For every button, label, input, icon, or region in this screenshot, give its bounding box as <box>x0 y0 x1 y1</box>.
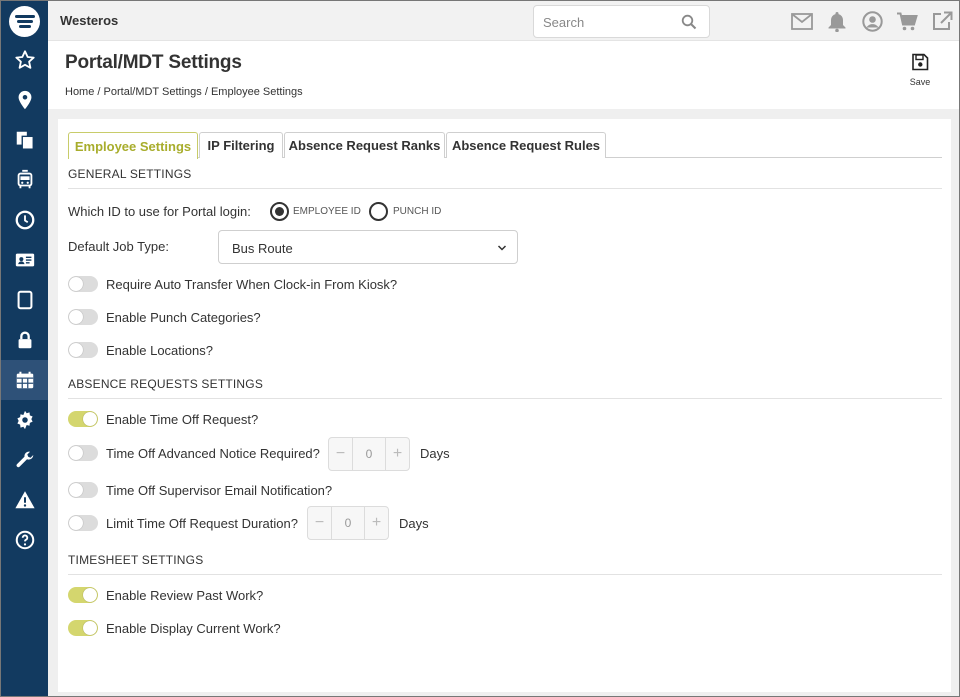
page-header: Portal/MDT Settings Home / Portal/MDT Se… <box>48 41 959 109</box>
save-label: Save <box>909 77 931 87</box>
tab-absence-request-ranks[interactable]: Absence Request Ranks <box>284 132 445 158</box>
tab-ip-filtering[interactable]: IP Filtering <box>199 132 283 158</box>
sidebar-item-alerts[interactable] <box>1 480 48 520</box>
bus-icon <box>17 169 32 189</box>
breadcrumb: Home / Portal/MDT Settings / Employee Se… <box>65 86 303 98</box>
cart-icon[interactable] <box>895 10 919 32</box>
time-off-request-label: Enable Time Off Request? <box>106 412 259 427</box>
breadcrumb-separator: / <box>97 86 101 98</box>
section-heading-absence: ABSENCE REQUESTS SETTINGS <box>68 377 264 391</box>
section-heading-general: GENERAL SETTINGS <box>68 167 192 181</box>
toggle-punch-categories[interactable] <box>68 309 98 325</box>
tab-bar: Employee Settings IP Filtering Absence R… <box>68 132 942 159</box>
app-logo[interactable] <box>9 6 40 37</box>
increment-button[interactable]: + <box>364 507 388 539</box>
user-icon[interactable] <box>860 10 884 32</box>
job-type-value: Bus Route <box>232 241 293 256</box>
sidebar-item-help[interactable] <box>1 520 48 560</box>
limit-duration-unit: Days <box>399 516 429 531</box>
external-link-icon[interactable] <box>930 10 954 32</box>
toggle-locations[interactable] <box>68 342 98 358</box>
toggle-advanced-notice[interactable] <box>68 445 98 461</box>
section-heading-timesheet: TIMESHEET SETTINGS <box>68 553 204 567</box>
section-divider <box>68 398 942 399</box>
toggle-auto-transfer[interactable] <box>68 276 98 292</box>
sidebar-item-security[interactable] <box>1 320 48 360</box>
tab-absence-request-rules[interactable]: Absence Request Rules <box>446 132 606 158</box>
search-box[interactable] <box>533 5 710 38</box>
tab-employee-settings[interactable]: Employee Settings <box>68 132 198 159</box>
search-input[interactable] <box>543 13 673 31</box>
sidebar-item-locations[interactable] <box>1 80 48 120</box>
sidebar-item-vehicles[interactable] <box>1 160 48 200</box>
advanced-notice-value[interactable]: 0 <box>353 447 385 461</box>
punch-categories-label: Enable Punch Categories? <box>106 310 261 325</box>
map-pin-icon <box>18 90 31 110</box>
sidebar-item-employees[interactable] <box>1 240 48 280</box>
app-window: Westeros Portal/MDT Settings Home / Port… <box>0 0 960 697</box>
save-button[interactable]: Save <box>900 53 940 93</box>
tablet-icon <box>17 290 32 310</box>
review-past-work-label: Enable Review Past Work? <box>106 588 264 603</box>
breadcrumb-separator: / <box>204 86 208 98</box>
supervisor-email-label: Time Off Supervisor Email Notification? <box>106 483 333 498</box>
help-icon <box>15 530 34 550</box>
job-type-select[interactable]: Bus Route <box>218 230 518 264</box>
limit-duration-label: Limit Time Off Request Duration? <box>106 516 298 531</box>
page-title: Portal/MDT Settings <box>65 52 242 73</box>
auto-transfer-label: Require Auto Transfer When Clock-in From… <box>106 277 398 292</box>
gear-icon <box>16 410 33 430</box>
documents-icon <box>16 131 34 150</box>
sidebar-item-tools[interactable] <box>1 440 48 480</box>
sidebar-item-calendar[interactable] <box>1 360 48 400</box>
settings-card: Employee Settings IP Filtering Absence R… <box>58 119 951 692</box>
sidebar-item-documents[interactable] <box>1 120 48 160</box>
locations-label: Enable Locations? <box>106 343 213 358</box>
sidebar-item-settings[interactable] <box>1 400 48 440</box>
lock-icon <box>18 331 31 349</box>
sidebar-item-favorites[interactable] <box>1 40 48 80</box>
chevron-down-icon <box>497 245 507 251</box>
decrement-button[interactable]: − <box>308 507 332 539</box>
radio-employee-id-label[interactable]: EMPLOYEE ID <box>293 206 361 217</box>
section-divider <box>68 574 942 575</box>
advanced-notice-stepper[interactable]: − 0 + <box>328 437 410 471</box>
breadcrumb-home[interactable]: Home <box>65 86 94 98</box>
toggle-display-current-work[interactable] <box>68 620 98 636</box>
breadcrumb-portal-settings[interactable]: Portal/MDT Settings <box>104 86 202 98</box>
clock-icon <box>15 210 34 230</box>
limit-duration-value[interactable]: 0 <box>332 516 364 530</box>
save-icon <box>912 53 929 71</box>
sidebar-item-time[interactable] <box>1 200 48 240</box>
mail-icon[interactable] <box>790 10 814 32</box>
warning-icon <box>14 491 35 509</box>
sidebar <box>1 1 48 696</box>
bell-icon[interactable] <box>825 10 849 32</box>
advanced-notice-label: Time Off Advanced Notice Required? <box>106 446 320 461</box>
breadcrumb-current: Employee Settings <box>210 86 303 98</box>
brand-name: Westeros <box>60 13 119 28</box>
decrement-button[interactable]: − <box>329 438 353 470</box>
sidebar-item-devices[interactable] <box>1 280 48 320</box>
section-divider <box>68 188 942 189</box>
display-current-work-label: Enable Display Current Work? <box>106 621 281 636</box>
advanced-notice-unit: Days <box>420 446 450 461</box>
wrench-icon <box>16 451 33 468</box>
id-card-icon <box>15 253 34 267</box>
toggle-review-past-work[interactable] <box>68 587 98 603</box>
star-icon <box>14 50 35 69</box>
limit-duration-stepper[interactable]: − 0 + <box>307 506 389 540</box>
portal-login-label: Which ID to use for Portal login: <box>68 204 251 219</box>
radio-punch-id[interactable] <box>369 202 388 221</box>
radio-punch-id-label[interactable]: PUNCH ID <box>393 206 441 217</box>
radio-employee-id[interactable] <box>270 202 289 221</box>
increment-button[interactable]: + <box>385 438 409 470</box>
toggle-time-off-request[interactable] <box>68 411 98 427</box>
toggle-limit-duration[interactable] <box>68 515 98 531</box>
search-icon[interactable] <box>681 14 697 30</box>
toggle-supervisor-email[interactable] <box>68 482 98 498</box>
job-type-label: Default Job Type: <box>68 239 169 254</box>
top-bar: Westeros <box>48 1 959 41</box>
calendar-icon <box>16 371 33 389</box>
